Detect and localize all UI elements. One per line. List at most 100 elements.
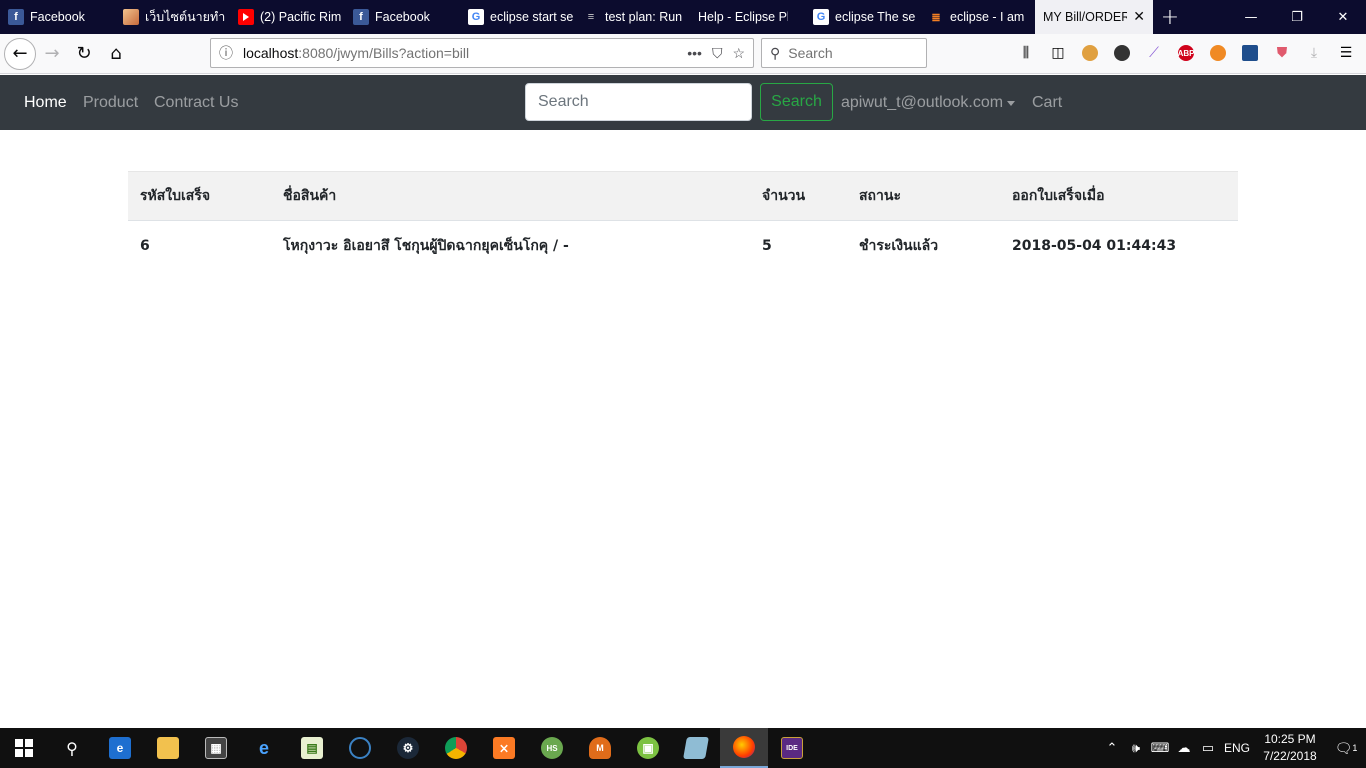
url-bar[interactable]: ⓘ localhost:8080/jwym/Bills?action=bill … — [210, 38, 754, 68]
home-button[interactable]: ⌂ — [100, 38, 132, 70]
pocket-icon[interactable]: ⛉ — [712, 45, 723, 62]
taskbar-app[interactable]: ▤ — [288, 728, 336, 768]
tampermonkey-icon[interactable] — [1074, 38, 1106, 68]
taskbar-xampp[interactable]: ⨯ — [480, 728, 528, 768]
search-icon: ⚲ — [770, 44, 781, 61]
notes-icon — [683, 737, 709, 759]
youtube-favicon-icon — [238, 9, 254, 25]
network-icon[interactable]: ▭ — [1196, 740, 1220, 756]
clock[interactable]: 10:25 PM 7/22/2018 — [1254, 731, 1326, 765]
issued-date-cell: 2018-05-04 01:44:43 — [1012, 238, 1177, 255]
close-tab-icon[interactable]: ✕ — [1133, 9, 1145, 25]
browser-search-bar[interactable]: ⚲ Search — [761, 38, 927, 68]
taskbar-app[interactable]: HS — [528, 728, 576, 768]
eclipse-icon — [349, 737, 371, 759]
nav-product-link[interactable]: Product — [83, 75, 138, 130]
browser-search-placeholder: Search — [788, 45, 833, 61]
tab-title: eclipse - I am — [950, 10, 1025, 24]
info-icon[interactable]: ⓘ — [211, 43, 241, 63]
taskbar-app[interactable]: M — [576, 728, 624, 768]
user-email: apiwut_t@outlook.com — [841, 94, 1004, 111]
taskbar-steam[interactable]: ⚙ — [384, 728, 432, 768]
input-method-icon[interactable]: ⌨ — [1148, 740, 1172, 756]
taskbar-internet-explorer[interactable]: e — [240, 728, 288, 768]
nav-contact-link[interactable]: Contract Us — [154, 75, 238, 130]
bookmark-star-icon[interactable]: ☆ — [732, 45, 745, 62]
column-header: รหัสใบเสร็จ — [128, 171, 271, 221]
image-favicon-icon — [123, 9, 139, 25]
search-icon: ⚲ — [66, 738, 78, 758]
stackoverflow-favicon-icon: ≣ — [931, 11, 941, 24]
table-row: 6 โหกุงาวะ อิเอยาสึ โชกุนผู้ปิดฉากยุคเซ็… — [128, 221, 1238, 272]
table-header-row: รหัสใบเสร็จ ชื่อสินค้า จำนวน สถานะ ออกใบ… — [128, 171, 1238, 221]
browser-tab[interactable]: ≡ test plan: Run — [575, 0, 690, 34]
extension-icon[interactable] — [1106, 38, 1138, 68]
tab-title: Help - Eclipse Plat — [698, 10, 788, 24]
taskbar-calculator[interactable]: ▦ — [192, 728, 240, 768]
url-text[interactable]: localhost:8080/jwym/Bills?action=bill — [241, 45, 687, 61]
nav-home-link[interactable]: Home — [24, 75, 67, 130]
new-tab-button[interactable]: + — [1153, 0, 1187, 34]
page-actions-icon[interactable]: ••• — [687, 45, 702, 62]
chart-icon[interactable] — [1234, 38, 1266, 68]
minimize-button[interactable]: — — [1228, 0, 1274, 34]
chevron-up-icon[interactable]: ⌃ — [1100, 740, 1124, 756]
search-button[interactable]: Search — [760, 83, 833, 121]
taskbar-chrome[interactable] — [432, 728, 480, 768]
start-button[interactable] — [0, 728, 48, 768]
user-menu-dropdown[interactable]: apiwut_t@outlook.com — [841, 75, 1016, 130]
tab-title: test plan: Run — [605, 10, 683, 24]
browser-toolbar: ← → ↻ ⌂ ⓘ localhost:8080/jwym/Bills?acti… — [0, 34, 1366, 74]
orange-circle-icon[interactable] — [1202, 38, 1234, 68]
notification-center-button[interactable]: 🗨 1 — [1326, 728, 1366, 768]
forward-button[interactable]: → — [36, 38, 68, 70]
tab-title: เว็บไซต์นายทำ — [145, 10, 226, 24]
taskbar-app[interactable]: ▣ — [624, 728, 672, 768]
browser-tab[interactable]: G eclipse The se — [805, 0, 920, 34]
sidebar-icon[interactable]: ◫ — [1042, 38, 1074, 68]
onedrive-cloud-icon[interactable]: ☁ — [1172, 740, 1196, 756]
pen-icon[interactable]: ⟋ — [1138, 38, 1170, 68]
reload-button[interactable]: ↻ — [68, 38, 100, 70]
edge-icon: e — [109, 737, 131, 759]
close-window-button[interactable]: ✕ — [1320, 0, 1366, 34]
taskbar-edge[interactable]: e — [96, 728, 144, 768]
browser-tab[interactable]: เว็บไซต์นายทำ — [115, 0, 230, 34]
library-icon[interactable]: ⫼ — [1010, 38, 1042, 68]
extension-icons: ⫼ ◫ ⟋ ABP ⛊ ⤓ ☰ — [1010, 38, 1362, 68]
browser-tab[interactable]: ≣ eclipse - I am — [920, 0, 1035, 34]
download-icon[interactable]: ⤓ — [1298, 38, 1330, 68]
tab-title: (2) Pacific Rim — [260, 10, 342, 24]
taskbar-app[interactable] — [336, 728, 384, 768]
volume-icon[interactable]: 🕪 — [1124, 740, 1148, 756]
search-input[interactable] — [525, 83, 752, 121]
xampp-icon: ⨯ — [493, 737, 515, 759]
facebook-favicon-icon: f — [8, 9, 24, 25]
browser-tab[interactable]: f Facebook — [0, 0, 115, 34]
restore-button[interactable]: ❐ — [1274, 0, 1320, 34]
shield-icon[interactable]: ⛊ — [1266, 38, 1298, 68]
menu-icon[interactable]: ☰ — [1330, 38, 1362, 68]
browser-tab[interactable]: G eclipse start se — [460, 0, 575, 34]
nav-cart-link[interactable]: Cart — [1032, 75, 1062, 130]
testplan-favicon-icon: ≡ — [587, 11, 595, 23]
url-host: localhost — [243, 45, 299, 61]
back-button[interactable]: ← — [4, 37, 36, 70]
taskbar-app[interactable] — [672, 728, 720, 768]
language-indicator[interactable]: ENG — [1220, 741, 1254, 755]
taskbar-firefox[interactable] — [720, 728, 768, 768]
arrow-right-icon: → — [44, 43, 60, 64]
browser-tab-strip: f Facebook เว็บไซต์นายทำ (2) Pacific Rim… — [0, 0, 1366, 34]
browser-tab[interactable]: f Facebook — [345, 0, 460, 34]
browser-tab-active[interactable]: MY Bill/ORDER ✕ — [1035, 0, 1153, 34]
facebook-favicon-icon: f — [353, 9, 369, 25]
taskbar-app[interactable]: IDE — [768, 728, 816, 768]
browser-tab[interactable]: Help - Eclipse Plat — [690, 0, 805, 34]
taskbar-search-button[interactable]: ⚲ — [48, 728, 96, 768]
adblock-plus-icon[interactable]: ABP — [1170, 38, 1202, 68]
tab-title: eclipse start se — [490, 10, 574, 24]
taskbar-file-explorer[interactable] — [144, 728, 192, 768]
caret-down-icon — [1007, 101, 1016, 106]
browser-tab[interactable]: (2) Pacific Rim — [230, 0, 345, 34]
system-tray: ⌃ 🕪 ⌨ ☁ ▭ ENG 10:25 PM 7/22/2018 🗨 1 — [1100, 728, 1366, 768]
